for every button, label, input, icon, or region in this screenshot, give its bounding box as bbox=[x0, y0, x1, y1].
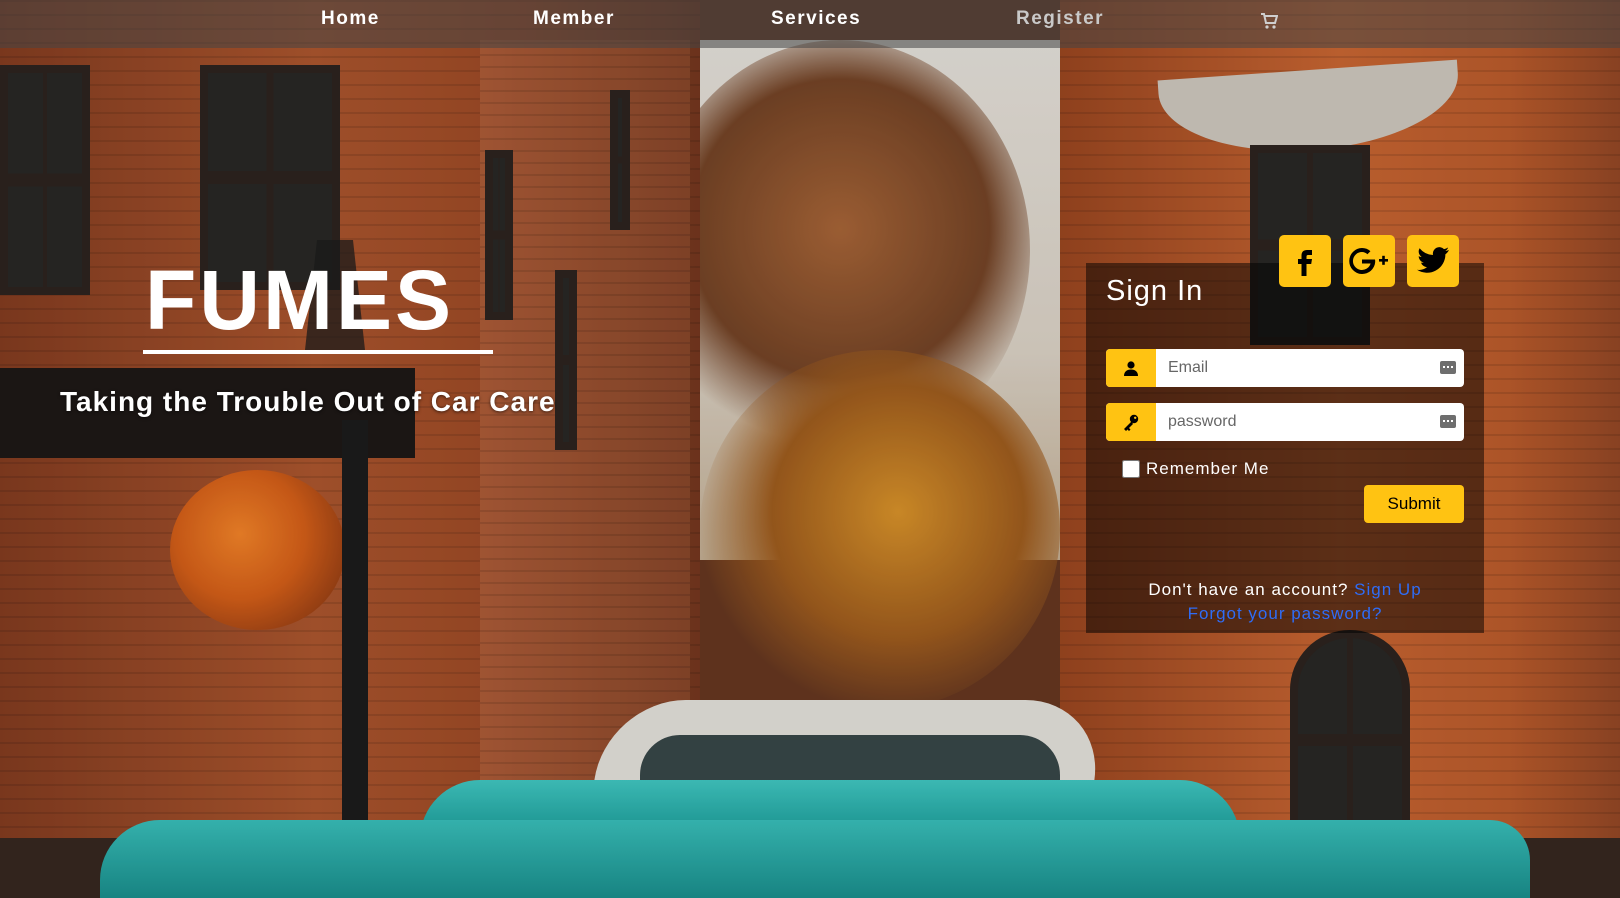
password-input-group bbox=[1106, 403, 1464, 441]
email-input-group bbox=[1106, 349, 1464, 387]
remember-me[interactable]: Remember Me bbox=[1122, 459, 1269, 479]
forgot-password-link[interactable]: Forgot your password? bbox=[1188, 604, 1383, 623]
cart-icon[interactable] bbox=[1260, 12, 1279, 30]
signin-title: Sign In bbox=[1106, 275, 1204, 307]
key-icon bbox=[1106, 403, 1156, 441]
signup-link[interactable]: Sign Up bbox=[1354, 580, 1421, 599]
nav-home[interactable]: Home bbox=[321, 8, 380, 30]
nav-member[interactable]: Member bbox=[533, 8, 615, 30]
google-plus-icon[interactable] bbox=[1343, 235, 1395, 287]
user-icon bbox=[1106, 349, 1156, 387]
signin-card: Sign In Email Remember Me Submit Don't h… bbox=[1086, 235, 1484, 633]
brand-title: FUMES bbox=[145, 253, 454, 347]
twitter-icon[interactable] bbox=[1407, 235, 1459, 287]
forgot-line: Forgot your password? bbox=[1086, 604, 1484, 624]
remember-me-label: Remember Me bbox=[1146, 459, 1270, 478]
remember-me-checkbox[interactable] bbox=[1122, 460, 1140, 478]
email-field[interactable] bbox=[1156, 349, 1426, 387]
top-navbar: Home Member Services Register bbox=[0, 0, 1620, 48]
facebook-icon[interactable] bbox=[1279, 235, 1331, 287]
signup-line: Don't have an account? Sign Up bbox=[1086, 580, 1484, 600]
autofill-icon[interactable] bbox=[1440, 361, 1456, 374]
autofill-icon[interactable] bbox=[1440, 415, 1456, 428]
nav-register[interactable]: Register bbox=[1016, 8, 1104, 30]
tagline: Taking the Trouble Out of Car Care bbox=[60, 386, 556, 417]
brand-underline bbox=[143, 350, 493, 354]
no-account-text: Don't have an account? bbox=[1148, 580, 1349, 599]
submit-button[interactable]: Submit bbox=[1364, 485, 1464, 523]
password-field[interactable] bbox=[1156, 403, 1426, 441]
nav-services[interactable]: Services bbox=[771, 8, 861, 30]
